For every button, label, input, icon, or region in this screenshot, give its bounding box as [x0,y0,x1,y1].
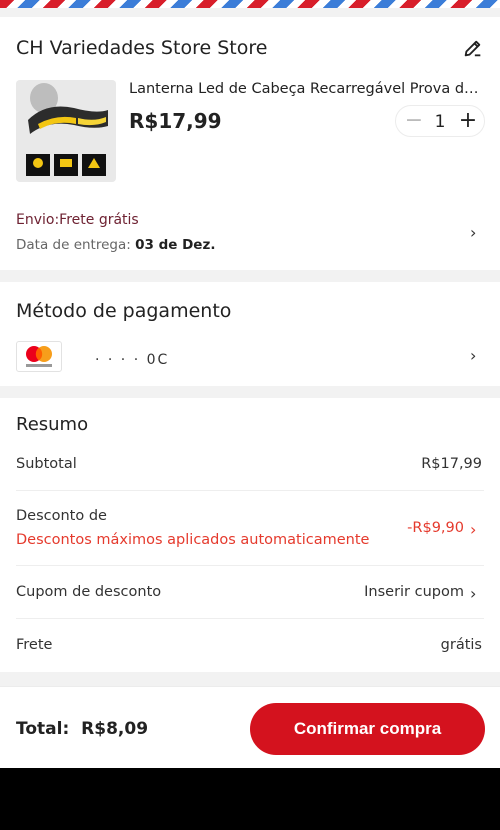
chevron-right-icon[interactable]: › [470,522,480,538]
shipping-info: Envio:Frete grátis [16,212,139,228]
checkout-footer: Total: R$8,09 Confirmar compra [0,686,500,768]
total-value: R$8,09 [81,719,149,739]
store-name: CH Variedades Store Store [16,37,268,59]
payment-title: Método de pagamento [16,300,232,322]
checkout-screen: CH Variedades Store Store Lanterna Led d… [0,0,500,768]
total-label: Total: [16,719,70,739]
coupon-input-link[interactable]: Inserir cupom [364,584,464,600]
product-price: R$17,99 [129,109,222,133]
chevron-right-icon[interactable]: › [470,348,480,364]
coupon-label: Cupom de desconto [16,584,162,600]
payment-card[interactable]: Método de pagamento · · · · 0C › [0,282,500,386]
discount-label: Desconto de [16,508,107,524]
quantity-value[interactable]: 1 [429,110,451,134]
freight-label: Frete [16,637,53,653]
freight-value: grátis [440,637,482,653]
confirm-purchase-button[interactable]: Confirmar compra [250,703,485,755]
delivery-date-value: 03 de Dez. [135,237,216,253]
airmail-border [0,0,500,8]
subtotal-label: Subtotal [16,456,77,472]
total: Total: R$8,09 [16,719,148,739]
summary-title: Resumo [16,414,89,435]
card-number: · · · · 0C [95,352,170,368]
delivery-date-label: Data de entrega: [16,237,131,253]
summary-card: Resumo Subtotal R$17,99 Desconto de Desc… [0,398,500,672]
quantity-stepper: − 1 + [395,105,485,137]
mastercard-icon [16,341,62,372]
discount-value[interactable]: -R$9,90 [407,520,464,536]
discount-note: Descontos máximos aplicados automaticame… [16,532,370,548]
product-title[interactable]: Lanterna Led de Cabeça Recarregável Prov… [129,81,481,97]
chevron-right-icon[interactable]: › [470,225,480,241]
pencil-icon[interactable] [462,37,484,59]
delivery-date: Data de entrega: 03 de Dez. [16,237,215,253]
product-image[interactable] [16,80,116,182]
order-card: CH Variedades Store Store Lanterna Led d… [0,17,500,270]
chevron-right-icon[interactable]: › [470,586,480,602]
subtotal-value: R$17,99 [421,456,482,472]
divider [16,618,484,619]
divider [16,490,484,491]
divider [16,565,484,566]
minus-icon[interactable]: − [402,109,426,133]
plus-icon[interactable]: + [456,109,480,133]
